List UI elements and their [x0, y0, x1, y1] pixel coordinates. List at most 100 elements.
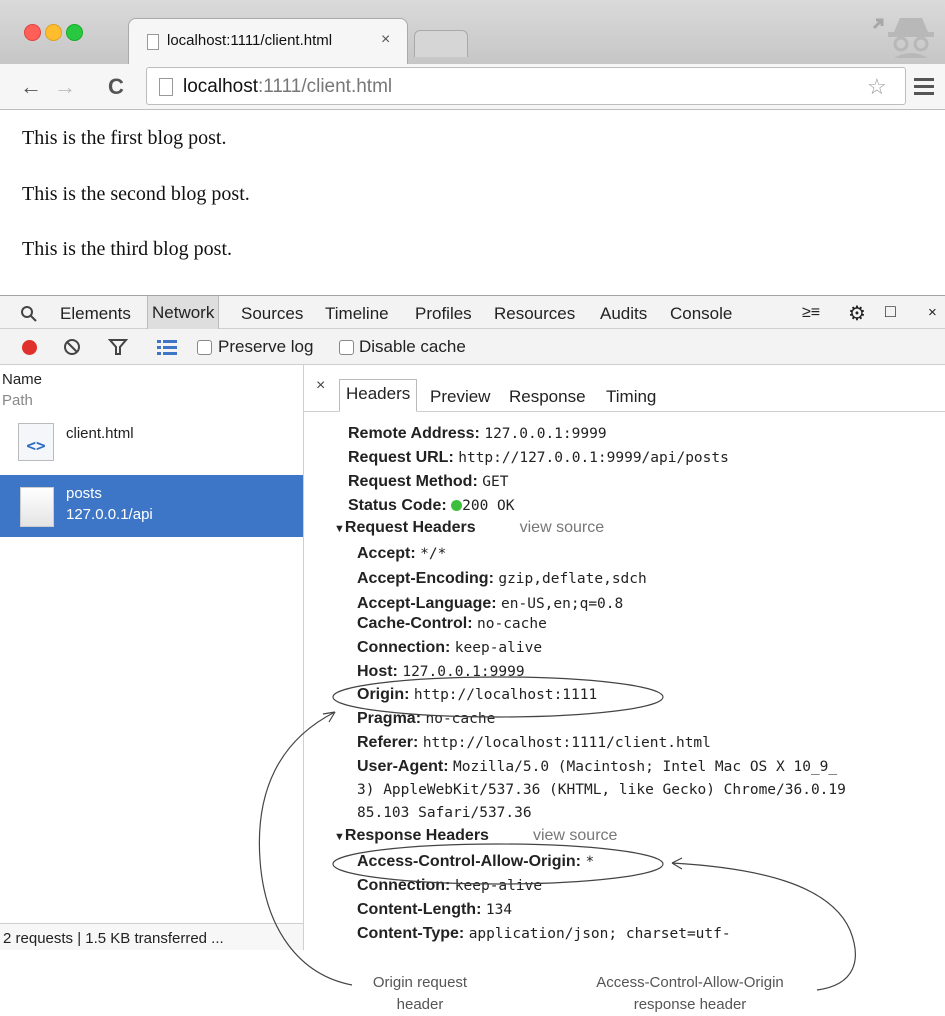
- blog-post: This is the second blog post.: [22, 183, 250, 205]
- column-name: Name: [2, 371, 43, 388]
- callout-text: Access-Control-Allow-Origin: [596, 974, 784, 991]
- view-source-link[interactable]: view source: [520, 519, 604, 536]
- header-host: Host: 127.0.0.1:9999: [357, 663, 525, 680]
- disable-cache-checkbox[interactable]: [339, 340, 354, 355]
- request-list: Name Path <> client.html posts 127.0.0.1…: [0, 365, 304, 950]
- request-path: 127.0.0.1/api: [66, 506, 153, 523]
- tab-preview[interactable]: Preview: [430, 387, 490, 407]
- transfer-summary: 2 requests | 1.5 KB transferred ...: [3, 930, 224, 947]
- console-drawer-icon[interactable]: ≥≡: [802, 304, 820, 322]
- tab-elements[interactable]: Elements: [60, 304, 131, 324]
- view-source-link[interactable]: view source: [533, 827, 617, 844]
- bookmark-star-icon[interactable]: ☆: [867, 74, 887, 100]
- url-host: localhost: [183, 76, 258, 97]
- back-icon[interactable]: ←: [20, 74, 42, 100]
- detail-tabs: Headers Preview Response Timing: [304, 365, 945, 412]
- tab-network[interactable]: Network: [147, 296, 220, 329]
- user-agent-continued: 85.103 Safari/537.36: [357, 805, 532, 821]
- header-content-type: Content-Type: application/json; charset=…: [357, 925, 731, 942]
- url-text[interactable]: localhost:1111/client.html: [183, 76, 392, 98]
- tab-console[interactable]: Console: [670, 304, 732, 324]
- header-connection: Connection: keep-alive: [357, 877, 543, 894]
- user-agent-continued: 3) AppleWebKit/537.36 (KHTML, like Gecko…: [357, 782, 846, 798]
- request-name: client.html: [66, 425, 134, 442]
- zoom-window-button[interactable]: [66, 24, 83, 41]
- new-tab-button[interactable]: [414, 30, 468, 57]
- minimize-window-button[interactable]: [45, 24, 62, 41]
- table-row[interactable]: posts 127.0.0.1/api: [0, 475, 303, 537]
- title-bar: localhost:1111/client.html ×: [0, 0, 945, 64]
- filter-icon[interactable]: [108, 338, 128, 356]
- header-user-agent: User-Agent: Mozilla/5.0 (Macintosh; Inte…: [357, 758, 838, 775]
- origin-callout: Origin request header: [353, 972, 487, 1016]
- browser-tab[interactable]: localhost:1111/client.html ×: [128, 18, 408, 64]
- browser-toolbar: ← → C localhost:1111/client.html ☆: [0, 64, 945, 110]
- header-access-control-allow-origin: Access-Control-Allow-Origin: *: [357, 853, 595, 870]
- tab-audits[interactable]: Audits: [600, 304, 647, 324]
- tab-sources[interactable]: Sources: [241, 304, 303, 324]
- blog-post: This is the first blog post.: [22, 127, 227, 149]
- request-method: Request Method: GET: [348, 473, 509, 490]
- status-code: Status Code: 200 OK: [348, 497, 515, 514]
- header-accept-encoding: Accept-Encoding: gzip,deflate,sdch: [357, 570, 647, 587]
- page-icon: [159, 78, 173, 96]
- request-url: Request URL: http://127.0.0.1:9999/api/p…: [348, 449, 729, 466]
- header-referer: Referer: http://localhost:1111/client.ht…: [357, 734, 711, 751]
- header-accept-language: Accept-Language: en-US,en;q=0.8: [357, 595, 624, 612]
- tab-response[interactable]: Response: [509, 387, 586, 407]
- request-headers-section[interactable]: ▼Request Headers view source: [334, 519, 604, 537]
- status-dot-icon: [451, 500, 463, 511]
- search-icon[interactable]: [20, 305, 38, 323]
- callout-text: header: [396, 996, 444, 1013]
- response-headers-section[interactable]: ▼Response Headers view source: [334, 827, 617, 845]
- table-row[interactable]: <> client.html: [0, 409, 303, 476]
- tab-timing[interactable]: Timing: [606, 387, 656, 407]
- close-window-button[interactable]: [24, 24, 41, 41]
- request-details: × Headers Preview Response Timing Remote…: [304, 365, 945, 950]
- menu-icon[interactable]: [914, 78, 934, 99]
- tab-resources[interactable]: Resources: [494, 304, 575, 324]
- request-name: posts: [66, 485, 102, 502]
- tab-timeline[interactable]: Timeline: [325, 304, 389, 324]
- callout-text: Origin request: [372, 974, 468, 991]
- disclosure-triangle-icon: ▼: [334, 523, 345, 535]
- preserve-log-label: Preserve log: [218, 337, 314, 356]
- header-cache-control: Cache-Control: no-cache: [357, 615, 547, 632]
- devtools-close-icon[interactable]: ×: [928, 304, 937, 321]
- page-content: This is the first blog post. This is the…: [0, 110, 945, 295]
- disclosure-triangle-icon: ▼: [334, 831, 345, 843]
- tab-profiles[interactable]: Profiles: [415, 304, 472, 324]
- incognito-icon: [872, 18, 934, 58]
- url-path: :1111/client.html: [258, 76, 393, 97]
- blog-post: This is the third blog post.: [22, 238, 232, 260]
- network-controls: Preserve log Disable cache: [0, 329, 945, 365]
- devtools-tabbar: Elements Network Sources Timeline Profil…: [0, 295, 945, 329]
- address-bar[interactable]: localhost:1111/client.html ☆: [146, 67, 906, 105]
- forward-icon[interactable]: →: [54, 74, 76, 100]
- reload-icon[interactable]: C: [108, 74, 124, 100]
- disable-cache-label: Disable cache: [359, 337, 466, 356]
- callout-text: response header: [633, 996, 747, 1013]
- column-path: Path: [2, 392, 33, 409]
- tab-headers[interactable]: Headers: [339, 379, 418, 412]
- list-view-icon[interactable]: [157, 339, 177, 355]
- header-accept: Accept: */*: [357, 545, 447, 562]
- page-icon: [147, 34, 159, 50]
- html-file-icon: <>: [18, 423, 54, 461]
- record-icon[interactable]: [22, 340, 37, 355]
- file-icon: [20, 487, 54, 527]
- tab-close-icon[interactable]: ×: [381, 31, 390, 49]
- preserve-log-checkbox[interactable]: [197, 340, 212, 355]
- status-bar: 2 requests | 1.5 KB transferred ...: [0, 923, 303, 950]
- browser-window: localhost:1111/client.html × ← → C local…: [0, 0, 945, 950]
- header-pragma: Pragma: no-cache: [357, 710, 496, 727]
- dock-icon[interactable]: □: [885, 301, 896, 322]
- gear-icon[interactable]: ⚙: [848, 301, 866, 326]
- header-content-length: Content-Length: 134: [357, 901, 513, 918]
- remote-address: Remote Address: 127.0.0.1:9999: [348, 425, 607, 442]
- tab-title: localhost:1111/client.html: [167, 32, 333, 49]
- clear-icon[interactable]: [63, 338, 81, 356]
- header-origin: Origin: http://localhost:1111: [357, 686, 598, 703]
- list-header[interactable]: Name Path: [0, 365, 303, 410]
- header-connection: Connection: keep-alive: [357, 639, 543, 656]
